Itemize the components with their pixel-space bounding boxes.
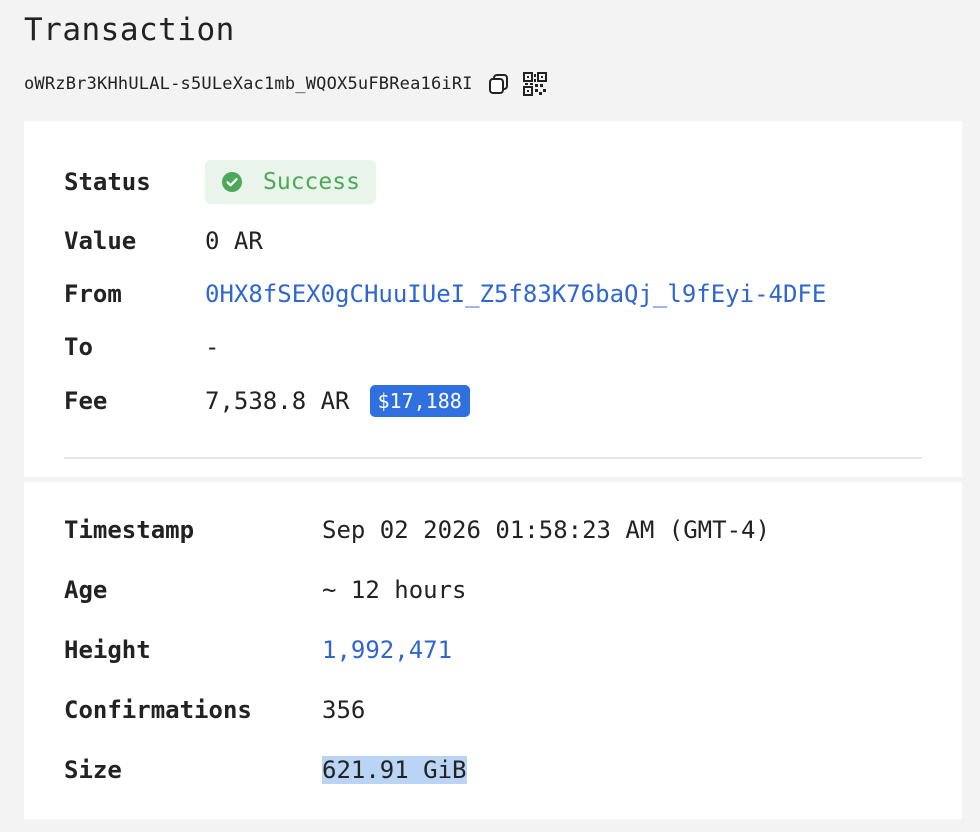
confirmations-value: 356 — [322, 696, 366, 724]
confirmations-row: Confirmations 356 — [64, 692, 365, 728]
height-row: Height 1,992,471 — [64, 632, 452, 668]
age-row: Age ~ 12 hours — [64, 572, 467, 608]
block-height-link[interactable]: 1,992,471 — [322, 636, 452, 664]
age-value: ~ 12 hours — [322, 576, 467, 604]
status-badge: Success — [205, 160, 376, 204]
timestamp-row: Timestamp Sep 02 2026 01:58:23 AM (GMT-4… — [64, 512, 770, 548]
timestamp-value: Sep 02 2026 01:58:23 AM (GMT-4) — [322, 516, 770, 544]
size-value: 621.91 GiB — [322, 756, 467, 784]
status-value: Success — [263, 169, 360, 195]
height-label: Height — [64, 636, 151, 664]
fee-usd-badge: $17,188 — [369, 385, 470, 417]
age-label: Age — [64, 576, 108, 604]
status-label: Status — [64, 168, 151, 196]
details-card: Timestamp Sep 02 2026 01:58:23 AM (GMT-4… — [24, 482, 962, 819]
summary-card: Status Success Value 0 AR From 0HX8fSEX0… — [24, 121, 962, 477]
from-address-link[interactable]: 0HX8fSEX0gCHuuIUeI_Z5f83K76baQj_l9fEyi-4… — [205, 280, 826, 308]
qr-code-icon[interactable] — [521, 70, 549, 98]
page-title: Transaction — [24, 12, 235, 48]
to-address: - — [205, 333, 220, 361]
from-row: From 0HX8fSEX0gCHuuIUeI_Z5f83K76baQj_l9f… — [64, 276, 826, 312]
fee-row: Fee 7,538.8 AR $17,188 — [64, 383, 470, 419]
size-label: Size — [64, 756, 122, 784]
transaction-id-row: oWRzBr3KHhULAL-s5ULeXac1mb_WQOX5uFBRea16… — [24, 68, 549, 100]
transaction-id: oWRzBr3KHhULAL-s5ULeXac1mb_WQOX5uFBRea16… — [24, 74, 473, 94]
check-circle-icon — [221, 171, 243, 193]
timestamp-label: Timestamp — [64, 516, 195, 544]
from-label: From — [64, 280, 122, 308]
status-row: Status Success — [64, 160, 376, 204]
to-row: To - — [64, 329, 219, 365]
divider — [64, 457, 922, 459]
to-label: To — [64, 333, 93, 361]
value-amount: 0 AR — [205, 227, 263, 255]
value-row: Value 0 AR — [64, 223, 263, 259]
size-row: Size 621.91 GiB — [64, 752, 467, 788]
confirmations-label: Confirmations — [64, 696, 252, 724]
fee-label: Fee — [64, 387, 108, 415]
fee-amount: 7,538.8 AR — [205, 387, 350, 415]
copy-icon[interactable] — [485, 70, 513, 98]
value-label: Value — [64, 227, 137, 255]
